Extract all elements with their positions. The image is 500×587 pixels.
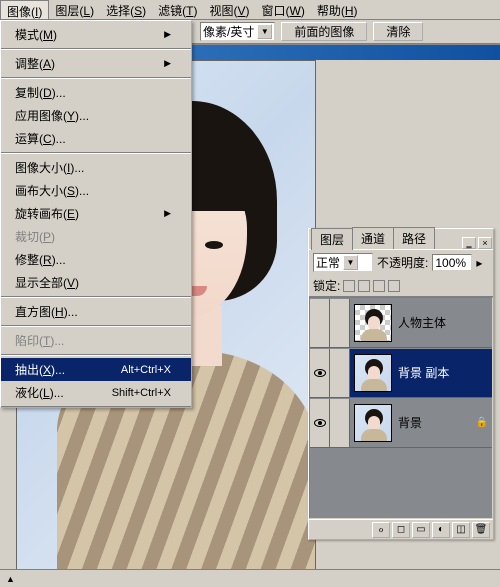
layer-thumbnail[interactable] [354, 304, 392, 342]
layer-row[interactable]: 背景 🔒 [310, 398, 492, 448]
menuitem-histogram[interactable]: 直方图(H)... [1, 300, 191, 323]
menuitem-adjust[interactable]: 调整(A)▶ [1, 52, 191, 75]
new-layer-button[interactable]: ◫ [452, 522, 470, 538]
menu-select[interactable]: 选择(S) [100, 0, 152, 19]
opacity-flyout-icon[interactable]: ▸ [476, 256, 482, 270]
menuitem-liquify[interactable]: 液化(L)...Shift+Ctrl+X [1, 381, 191, 404]
menu-help[interactable]: 帮助(H) [311, 0, 364, 19]
eye-icon [314, 419, 326, 427]
layers-footer: ℴ ◻ ▭ ◐ ◫ 🗑 [309, 519, 493, 539]
layer-thumbnail[interactable] [354, 354, 392, 392]
menuitem-calculations[interactable]: 运算(C)... [1, 127, 191, 150]
layer-mask-button[interactable]: ◻ [392, 522, 410, 538]
submenu-arrow-icon: ▶ [164, 29, 171, 40]
menuitem-trim[interactable]: 修整(R)... [1, 248, 191, 271]
layer-thumbnail[interactable] [354, 404, 392, 442]
menu-window[interactable]: 窗口(W) [255, 0, 310, 19]
delete-layer-button[interactable]: 🗑 [472, 522, 490, 538]
menu-view[interactable]: 视图(V) [203, 0, 255, 19]
menu-filter[interactable]: 滤镜(T) [152, 0, 203, 19]
menuitem-apply-image[interactable]: 应用图像(Y)... [1, 104, 191, 127]
layer-row[interactable]: 人物主体 [310, 298, 492, 348]
menu-layer[interactable]: 图层(L) [49, 0, 100, 19]
layer-row[interactable]: 背景 副本 [310, 348, 492, 398]
eye-icon [314, 369, 326, 377]
close-panel-button[interactable]: × [478, 237, 492, 249]
image-menu-dropdown: 模式(M)▶ 调整(A)▶ 复制(D)... 应用图像(Y)... 运算(C).… [0, 20, 192, 408]
lock-pixels-toggle[interactable] [358, 280, 370, 292]
front-image-button[interactable]: 前面的图像 [281, 22, 367, 41]
menuitem-duplicate[interactable]: 复制(D)... [1, 81, 191, 104]
menuitem-rotate-canvas[interactable]: 旋转画布(E)▶ [1, 202, 191, 225]
layer-style-button[interactable]: ℴ [372, 522, 390, 538]
menu-image[interactable]: 图像(I) [0, 0, 49, 19]
link-toggle[interactable] [330, 349, 350, 397]
chevron-down-icon: ▼ [343, 255, 358, 270]
menuitem-crop: 裁切(P) [1, 225, 191, 248]
menuitem-reveal-all[interactable]: 显示全部(V) [1, 271, 191, 294]
layer-name[interactable]: 背景 副本 [398, 364, 449, 381]
layer-name[interactable]: 人物主体 [398, 314, 446, 331]
tab-paths[interactable]: 路径 [393, 227, 435, 249]
visibility-toggle[interactable] [310, 299, 330, 347]
link-toggle[interactable] [330, 399, 350, 447]
clear-button[interactable]: 清除 [373, 22, 423, 41]
lock-all-toggle[interactable] [388, 280, 400, 292]
submenu-arrow-icon: ▶ [164, 208, 171, 219]
opacity-label: 不透明度: [377, 254, 428, 271]
opacity-input[interactable]: 100% [432, 254, 472, 271]
lock-position-toggle[interactable] [373, 280, 385, 292]
blend-mode-combo[interactable]: 正常▼ [313, 253, 373, 272]
menuitem-trap: 陷印(T)... [1, 329, 191, 352]
submenu-arrow-icon: ▶ [164, 58, 171, 69]
adjustment-layer-button[interactable]: ◐ [432, 522, 450, 538]
menuitem-canvas-size[interactable]: 画布大小(S)... [1, 179, 191, 202]
menuitem-extract[interactable]: 抽出(X)...Alt+Ctrl+X [1, 358, 191, 381]
tab-channels[interactable]: 通道 [352, 227, 394, 249]
units-combo[interactable]: 像素/英寸 ▼ [200, 22, 275, 41]
visibility-toggle[interactable] [310, 349, 330, 397]
layers-panel: 图层 通道 路径 ‗ × 正常▼ 不透明度: 100% ▸ 锁定: 人物主体 [308, 228, 494, 540]
chevron-down-icon: ▼ [257, 24, 272, 39]
menubar: 图像(I) 图层(L) 选择(S) 滤镜(T) 视图(V) 窗口(W) 帮助(H… [0, 0, 500, 20]
menuitem-mode[interactable]: 模式(M)▶ [1, 23, 191, 46]
flyout-arrow-icon[interactable]: ▲ [6, 574, 15, 584]
units-value: 像素/英寸 [203, 23, 254, 40]
panel-tabs: 图层 通道 路径 ‗ × [309, 229, 493, 249]
lock-label: 锁定: [313, 277, 340, 294]
tab-layers[interactable]: 图层 [311, 228, 353, 250]
lock-icon: 🔒 [476, 417, 488, 428]
layer-name[interactable]: 背景 [398, 414, 422, 431]
status-bar: ▲ [0, 569, 500, 587]
minimize-panel-button[interactable]: ‗ [462, 237, 476, 249]
layer-list: 人物主体 背景 副本 背景 🔒 [309, 297, 493, 519]
link-toggle[interactable] [330, 299, 350, 347]
menuitem-image-size[interactable]: 图像大小(I)... [1, 156, 191, 179]
new-group-button[interactable]: ▭ [412, 522, 430, 538]
visibility-toggle[interactable] [310, 399, 330, 447]
lock-transparency-toggle[interactable] [343, 280, 355, 292]
